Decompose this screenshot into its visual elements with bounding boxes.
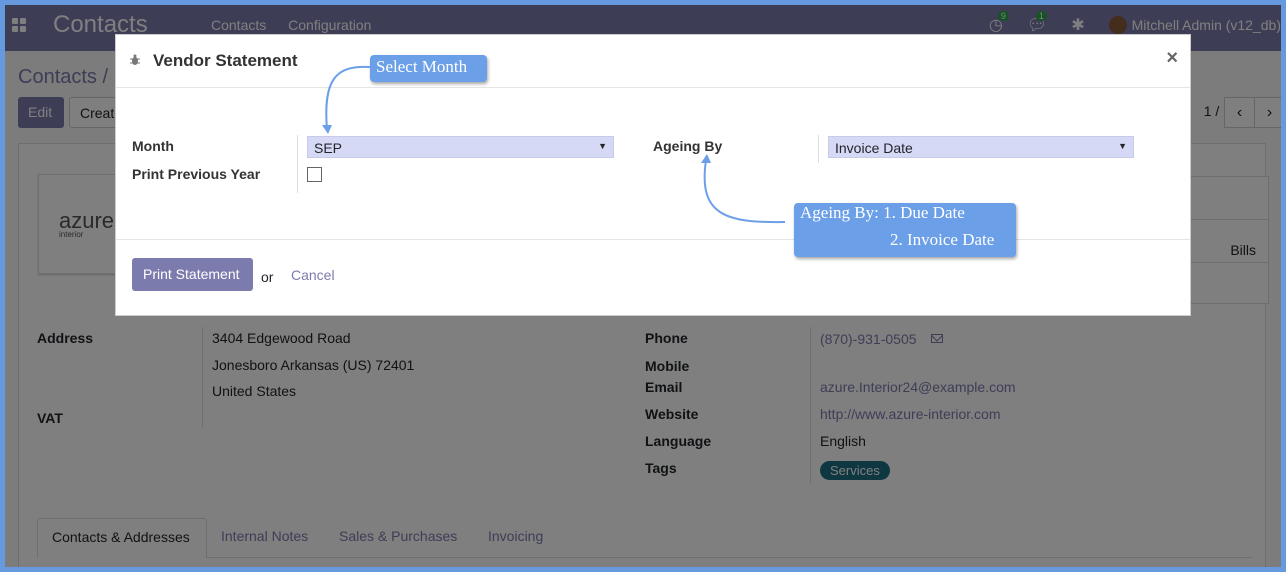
dialog-footer: Print Statement or Cancel <box>116 239 1190 316</box>
select-month-callout-text: Select Month <box>376 57 468 76</box>
app-frame: Contacts Contacts Configuration ◷ 9 💬︎ 1… <box>5 5 1281 567</box>
ageing-by-callout: Ageing By: 1. Due Date 2. Invoice Date <box>794 203 1016 257</box>
dialog-title: Vendor Statement <box>153 51 298 70</box>
cancel-button[interactable]: Cancel <box>291 267 335 283</box>
ageing-by-select[interactable]: Invoice Date ▼ <box>828 136 1134 158</box>
ageing-by-label: Ageing By <box>653 138 723 154</box>
ageing-callout-line-1: Ageing By: 1. Due Date <box>800 203 965 222</box>
month-select-value: SEP <box>314 140 343 156</box>
ageing-callout-line-2: 2. Invoice Date <box>890 230 995 249</box>
select-month-callout: Select Month <box>370 55 487 82</box>
print-previous-year-label: Print Previous Year <box>132 166 261 182</box>
bug-icon <box>130 54 140 65</box>
close-icon[interactable]: × <box>1166 47 1178 70</box>
divider <box>818 135 819 163</box>
dialog-header: Vendor Statement × <box>116 35 1190 88</box>
or-text: or <box>261 269 274 285</box>
print-previous-year-checkbox[interactable] <box>307 167 322 182</box>
caret-down-icon: ▼ <box>598 141 607 151</box>
month-select[interactable]: SEP ▼ <box>307 136 614 158</box>
vendor-statement-dialog: Vendor Statement × Month SEP ▼ Print Pre… <box>115 34 1191 316</box>
print-statement-button[interactable]: Print Statement <box>132 258 253 291</box>
caret-down-icon: ▼ <box>1118 141 1127 151</box>
divider <box>297 135 298 193</box>
month-label: Month <box>132 138 174 154</box>
ageing-by-select-value: Invoice Date <box>835 140 913 156</box>
